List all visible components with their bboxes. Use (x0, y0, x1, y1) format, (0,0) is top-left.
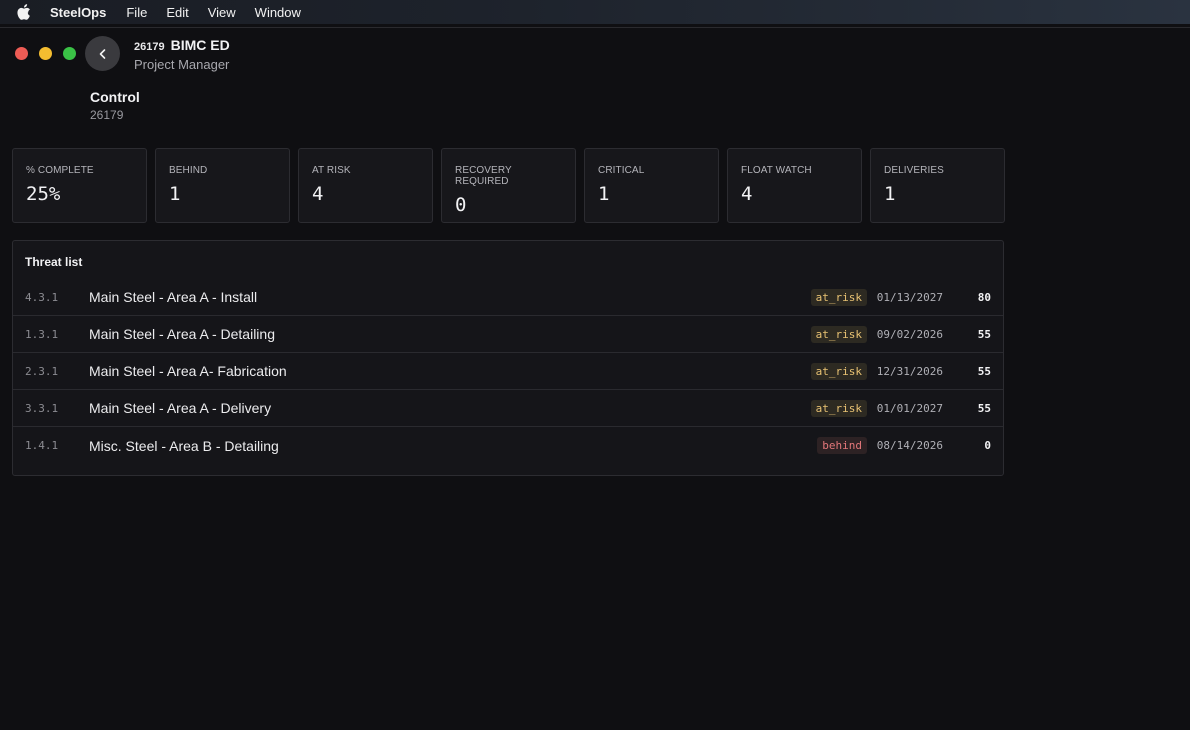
row-date: 01/13/2027 (876, 290, 943, 304)
row-date: 09/02/2026 (876, 327, 943, 341)
close-window-button[interactable] (15, 47, 28, 60)
stat-card-recovery-required[interactable]: RECOVERY REQUIRED 0 (441, 148, 576, 223)
project-title: BIMC ED (170, 37, 230, 53)
stat-label: BEHIND (169, 165, 208, 176)
menu-edit[interactable]: Edit (166, 5, 188, 20)
table-row[interactable]: 1.4.1 Misc. Steel - Area B - Detailing b… (13, 427, 1003, 464)
row-name: Main Steel - Area A- Fabrication (89, 363, 287, 379)
project-role: Project Manager (134, 57, 230, 72)
back-button[interactable] (85, 36, 120, 71)
row-code: 1.4.1 (25, 439, 59, 452)
stat-label: CRITICAL (598, 165, 645, 176)
menu-view[interactable]: View (208, 5, 236, 20)
row-score: 55 (977, 364, 991, 378)
row-score: 55 (977, 401, 991, 415)
stat-label: RECOVERY REQUIRED (455, 165, 512, 187)
stat-card-behind[interactable]: BEHIND 1 (155, 148, 290, 223)
row-score: 0 (984, 439, 991, 452)
menu-app-name[interactable]: SteelOps (50, 5, 106, 20)
stat-label: DELIVERIES (884, 165, 944, 176)
apple-icon[interactable] (16, 4, 31, 20)
row-name: Main Steel - Area A - Install (89, 289, 258, 305)
threat-list-rows: 4.3.1 Main Steel - Area A - Install at_r… (13, 279, 1003, 464)
table-row[interactable]: 2.3.1 Main Steel - Area A- Fabrication a… (13, 353, 1003, 390)
minimize-window-button[interactable] (39, 47, 52, 60)
row-code: 4.3.1 (25, 290, 59, 304)
row-name: Main Steel - Area A - Delivery (89, 400, 272, 416)
project-code: 26179 (134, 41, 165, 53)
stat-label: FLOAT WATCH (741, 165, 812, 176)
table-row[interactable]: 4.3.1 Main Steel - Area A - Install at_r… (13, 279, 1003, 316)
status-badge: at_risk (810, 325, 867, 343)
status-badge: at_risk (810, 362, 867, 380)
threat-list-panel: Threat list 4.3.1 Main Steel - Area A - … (12, 240, 1004, 476)
stat-value: 1 (169, 183, 181, 205)
stat-label: AT RISK (312, 165, 351, 176)
stat-cards: % COMPLETE 25% BEHIND 1 AT RISK 4 RECOVE… (12, 148, 1005, 223)
window-controls (15, 47, 76, 60)
app-window: 26179 BIMC ED Project Manager Control 26… (0, 27, 1190, 730)
stat-value: 4 (741, 183, 753, 205)
stat-card-float-watch[interactable]: FLOAT WATCH 4 (727, 148, 862, 223)
row-name: Misc. Steel - Area B - Detailing (89, 437, 279, 454)
row-date: 12/31/2026 (876, 364, 943, 378)
status-badge: behind (817, 437, 867, 454)
threat-list-title: Threat list (25, 255, 83, 269)
row-name: Main Steel - Area A - Detailing (89, 326, 275, 342)
row-score: 80 (977, 290, 991, 304)
stat-value: 25% (26, 183, 61, 205)
row-code: 1.3.1 (25, 327, 59, 341)
row-date: 01/01/2027 (876, 401, 943, 415)
stat-card-critical[interactable]: CRITICAL 1 (584, 148, 719, 223)
status-badge: at_risk (810, 288, 867, 306)
stat-value: 1 (884, 183, 896, 205)
section-header: Control 26179 (90, 89, 140, 122)
stat-card-deliveries[interactable]: DELIVERIES 1 (870, 148, 1005, 223)
stat-value: 0 (455, 194, 467, 216)
table-row[interactable]: 1.3.1 Main Steel - Area A - Detailing at… (13, 316, 1003, 353)
maximize-window-button[interactable] (63, 47, 76, 60)
menu-file[interactable]: File (126, 5, 147, 20)
section-title: Control (90, 89, 140, 105)
stat-card-complete[interactable]: % COMPLETE 25% (12, 148, 147, 223)
row-code: 2.3.1 (25, 364, 59, 378)
status-badge: at_risk (810, 399, 867, 417)
row-code: 3.3.1 (25, 401, 59, 415)
menubar: SteelOps File Edit View Window (0, 0, 1190, 24)
menu-window[interactable]: Window (255, 5, 301, 20)
row-score: 55 (977, 327, 991, 341)
stat-value: 4 (312, 183, 324, 205)
section-subtitle: 26179 (90, 108, 124, 122)
project-header: 26179 BIMC ED Project Manager (134, 37, 230, 72)
row-date: 08/14/2026 (876, 439, 943, 452)
stat-label: % COMPLETE (26, 165, 94, 176)
stat-card-at-risk[interactable]: AT RISK 4 (298, 148, 433, 223)
stat-value: 1 (598, 183, 610, 205)
chevron-left-icon (99, 48, 105, 59)
table-row[interactable]: 3.3.1 Main Steel - Area A - Delivery at_… (13, 390, 1003, 427)
